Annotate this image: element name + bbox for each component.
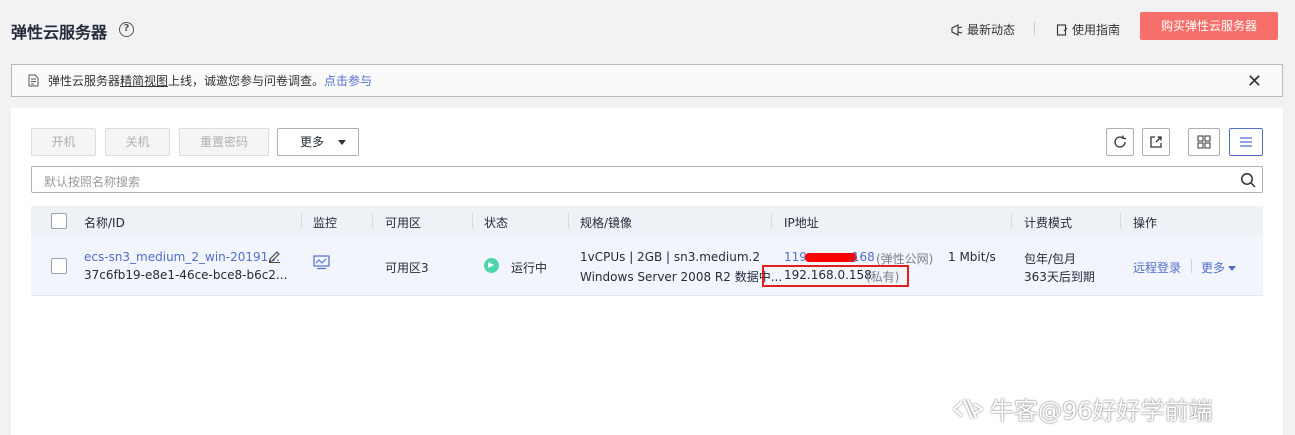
guide-icon: [1056, 23, 1068, 36]
row-more-label: 更多: [1201, 261, 1226, 275]
list-view-button[interactable]: [1229, 128, 1263, 156]
more-actions-dropdown[interactable]: 更多: [277, 128, 359, 156]
action-divider: [1191, 259, 1192, 273]
column-divider: [1011, 213, 1012, 229]
chevron-down-icon: [1228, 266, 1237, 271]
document-icon: [28, 74, 39, 87]
table-row[interactable]: ecs-sn3_medium_2_win-20191... 37c6fb19-e…: [31, 236, 1263, 296]
edit-icon[interactable]: [267, 248, 282, 263]
export-button[interactable]: [1142, 128, 1170, 156]
notice-banner: 弹性云服务器 精简视图 上线，诚邀您参与问卷调查。 点击参与 ✕: [11, 64, 1283, 97]
running-status-icon: [484, 258, 499, 273]
column-divider: [301, 213, 302, 229]
header-monitor: 监控: [313, 216, 338, 230]
search-input[interactable]: 默认按照名称搜索: [31, 166, 1263, 193]
table-header: 名称/ID 监控 可用区 状态 规格/镜像 IP地址 计费模式 操作: [31, 206, 1263, 236]
reset-password-button[interactable]: 重置密码: [179, 128, 269, 156]
status-value: 运行中: [511, 261, 548, 275]
monitor-icon[interactable]: [313, 255, 330, 270]
watermark: 牛客@96好好学前端: [952, 391, 1213, 426]
notice-prefix: 弹性云服务器: [48, 74, 121, 88]
page-title: 弹性云服务器: [11, 23, 108, 42]
public-ip-start: 119: [784, 250, 807, 264]
server-list-panel: 开机 关机 重置密码 更多 默认按照名称搜索 名称/ID 监控 可用区 状态 规…: [11, 108, 1283, 435]
export-icon: [1150, 136, 1162, 148]
start-button[interactable]: 开机: [31, 128, 96, 156]
search-placeholder: 默认按照名称搜索: [44, 175, 141, 189]
header-zone: 可用区: [385, 216, 422, 230]
megaphone-icon: [951, 23, 963, 36]
row-more-dropdown[interactable]: 更多: [1201, 259, 1237, 276]
refresh-icon: [1114, 135, 1126, 148]
row-checkbox[interactable]: [51, 258, 67, 274]
notice-suffix: 上线，诚邀您参与问卷调查。: [168, 74, 325, 88]
refresh-button[interactable]: [1106, 128, 1134, 156]
grid-icon: [1197, 135, 1211, 149]
server-id: 37c6fb19-e8e1-46ce-bce8-b6c2...: [84, 268, 288, 282]
header-divider: [1034, 22, 1035, 35]
highlight-box: [762, 265, 909, 287]
public-ip-end: .168: [848, 250, 875, 264]
guide-link[interactable]: 使用指南: [1056, 21, 1120, 38]
chevron-down-icon: [338, 140, 346, 145]
column-divider: [568, 213, 569, 229]
more-label: 更多: [300, 135, 325, 149]
column-divider: [472, 213, 473, 229]
expiry-value: 363天后到期: [1024, 270, 1095, 284]
close-icon[interactable]: ✕: [1247, 71, 1262, 92]
news-label: 最新动态: [967, 23, 1016, 37]
column-divider: [771, 213, 772, 229]
search-icon[interactable]: [1240, 172, 1256, 188]
header-status: 状态: [484, 216, 509, 230]
stop-button[interactable]: 关机: [105, 128, 170, 156]
grid-view-button[interactable]: [1188, 128, 1220, 156]
nowcoder-logo-icon: [953, 399, 984, 418]
news-link[interactable]: 最新动态: [951, 21, 1015, 38]
header-name-id: 名称/ID: [84, 216, 125, 230]
spec-value: 1vCPUs | 2GB | sn3.medium.2: [580, 250, 760, 264]
select-all-checkbox[interactable]: [51, 213, 67, 229]
guide-label: 使用指南: [1072, 23, 1121, 37]
remote-login-link[interactable]: 远程登录: [1133, 259, 1181, 276]
server-name-link[interactable]: ecs-sn3_medium_2_win-20191...: [84, 250, 280, 264]
header-actions: 操作: [1133, 216, 1158, 230]
billing-value: 包年/包月: [1024, 252, 1077, 266]
survey-link[interactable]: 点击参与: [324, 72, 372, 89]
header-billing: 计费模式: [1024, 216, 1073, 230]
buy-server-button[interactable]: 购买弹性云服务器: [1140, 12, 1278, 40]
column-divider: [372, 213, 373, 229]
help-icon[interactable]: ?: [119, 22, 134, 37]
bandwidth-value: 1 Mbit/s: [948, 250, 996, 264]
header-ip: IP地址: [784, 216, 819, 230]
zone-value: 可用区3: [385, 261, 429, 275]
column-divider: [1120, 213, 1121, 229]
watermark-text: 牛客@96好好学前端: [990, 397, 1213, 425]
lite-view-link[interactable]: 精简视图: [120, 72, 168, 89]
image-value: Windows Server 2008 R2 数据中...: [580, 270, 783, 284]
list-icon: [1240, 137, 1252, 147]
header-spec-image: 规格/镜像: [580, 216, 633, 230]
